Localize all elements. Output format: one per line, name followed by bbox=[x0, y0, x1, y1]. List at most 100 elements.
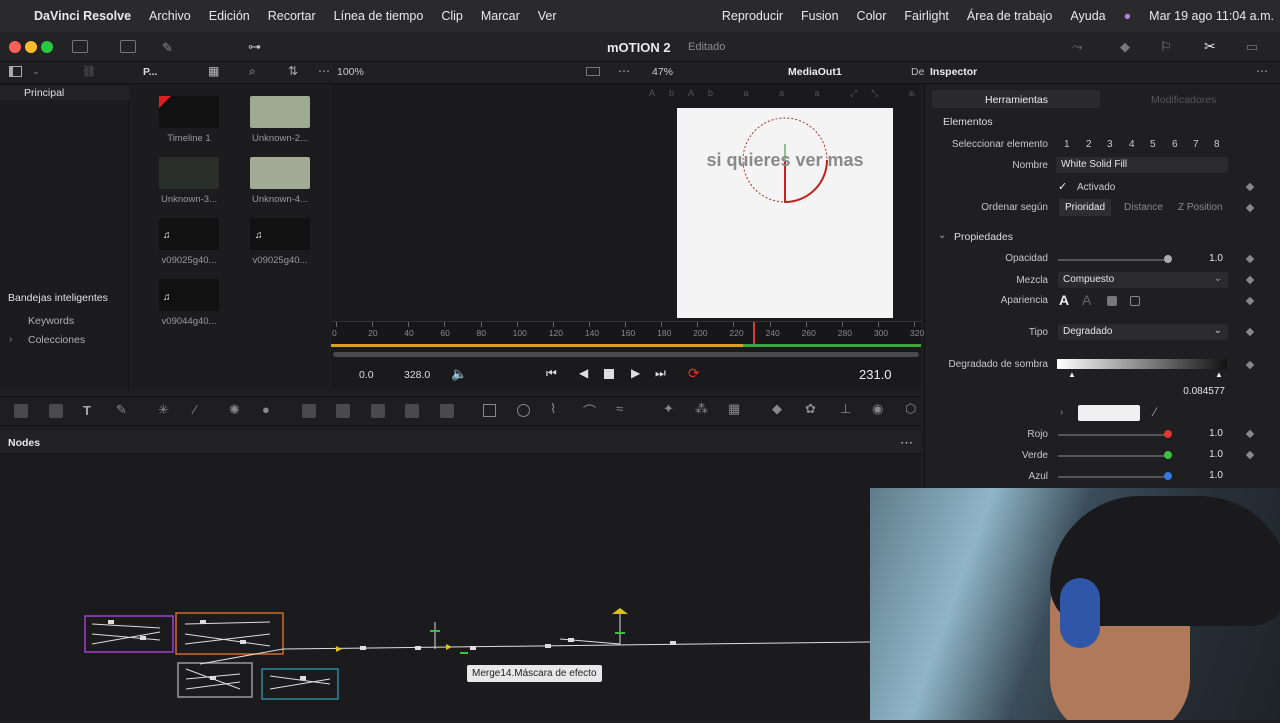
name-input[interactable]: White Solid Fill bbox=[1056, 157, 1228, 173]
viewer-options-icon[interactable]: ⋯ bbox=[618, 64, 630, 78]
play-icon[interactable]: ▶ bbox=[631, 366, 640, 380]
effects-toggle-icon[interactable] bbox=[120, 40, 136, 53]
red-handle[interactable] bbox=[1164, 430, 1172, 438]
node-group[interactable] bbox=[175, 612, 284, 655]
text-tool-icon[interactable]: T bbox=[83, 403, 91, 418]
nodes-options-icon[interactable]: ⋯ bbox=[900, 435, 913, 451]
merge3d-tool-icon[interactable] bbox=[405, 404, 419, 418]
chevron-down-icon[interactable]: ⌄ bbox=[938, 230, 946, 241]
close-window-button[interactable] bbox=[9, 41, 21, 53]
keyframes-icon[interactable]: ◆ bbox=[1120, 39, 1130, 55]
red-slider[interactable] bbox=[1058, 434, 1170, 436]
menu-recortar[interactable]: Recortar bbox=[259, 9, 325, 23]
properties-section[interactable]: Propiedades bbox=[954, 231, 1013, 243]
eyedropper-icon[interactable]: ⁄ bbox=[1154, 405, 1156, 419]
viewer-zoom[interactable]: 47% bbox=[652, 66, 673, 78]
rectangle-mask-icon[interactable] bbox=[483, 404, 496, 417]
clips-toggle-icon[interactable]: ✎ bbox=[162, 40, 173, 56]
render3d-tool-icon[interactable]: ◉ bbox=[872, 401, 883, 417]
inspector-options-icon[interactable]: ⋯ bbox=[1256, 64, 1268, 78]
blur-tool-icon[interactable]: ⁄ bbox=[194, 402, 196, 417]
menu-linea-de-tiempo[interactable]: Línea de tiempo bbox=[325, 9, 433, 23]
polygon-mask-icon[interactable]: ⌇ bbox=[550, 401, 556, 417]
node-group[interactable] bbox=[84, 615, 174, 653]
color-tool-icon[interactable]: ✺ bbox=[229, 402, 240, 418]
menu-fusion[interactable]: Fusion bbox=[792, 9, 848, 23]
green-slider[interactable] bbox=[1058, 455, 1170, 457]
zoom-window-button[interactable] bbox=[41, 41, 53, 53]
metadata-icon[interactable]: ⚐ bbox=[1160, 39, 1172, 55]
cube-tool-icon[interactable]: ⬡ bbox=[905, 401, 916, 417]
tracker-tool-icon[interactable]: ✦ bbox=[663, 401, 674, 417]
current-time[interactable]: 231.0 bbox=[859, 367, 892, 382]
sort-option-distance[interactable]: Distance bbox=[1124, 202, 1163, 213]
minimize-window-button[interactable] bbox=[25, 41, 37, 53]
chevron-down-icon[interactable]: ⌄ bbox=[32, 66, 40, 77]
camera3d-tool-icon[interactable]: ✿ bbox=[805, 401, 816, 417]
clip-thumbnail[interactable]: ♫ bbox=[250, 218, 310, 250]
skip-forward-icon[interactable]: ⏭ bbox=[655, 366, 666, 381]
element-option[interactable]: 1 bbox=[1064, 139, 1070, 150]
clip-thumbnail[interactable]: ♫ bbox=[159, 279, 219, 311]
blue-handle[interactable] bbox=[1164, 472, 1172, 480]
inspector-toggle-icon[interactable]: ✂ bbox=[1204, 38, 1216, 55]
app-menu[interactable]: DaVinci Resolve bbox=[25, 9, 140, 23]
menu-fairlight[interactable]: Fairlight bbox=[895, 9, 957, 23]
menu-clip[interactable]: Clip bbox=[432, 9, 472, 23]
menu-area-de-trabajo[interactable]: Área de trabajo bbox=[958, 9, 1061, 23]
blue-value[interactable]: 1.0 bbox=[1180, 468, 1228, 484]
element-option[interactable]: 6 bbox=[1172, 139, 1178, 150]
shape3d-tool-icon[interactable]: ◆ bbox=[772, 401, 782, 417]
volume-icon[interactable]: 🔈 bbox=[451, 366, 467, 382]
tab-modifiers[interactable]: Modificadores bbox=[1151, 94, 1216, 106]
node-zoom[interactable]: 100% bbox=[337, 66, 364, 78]
play-reverse-icon[interactable]: ◀ bbox=[579, 366, 588, 380]
element-option[interactable]: 2 bbox=[1086, 139, 1092, 150]
sort-icon[interactable]: ⇅ bbox=[288, 64, 298, 78]
viewer-canvas[interactable]: si quieres ver mas bbox=[677, 108, 893, 318]
render-tool-icon[interactable]: ▦ bbox=[728, 401, 740, 417]
grid-view-icon[interactable]: ▦ bbox=[208, 64, 219, 78]
green-handle[interactable] bbox=[1164, 451, 1172, 459]
blend-dropdown[interactable]: Compuesto ⌄ bbox=[1058, 272, 1228, 288]
element-option[interactable]: 8 bbox=[1214, 139, 1220, 150]
brush-tool-icon[interactable]: ✎ bbox=[116, 402, 127, 418]
settings-icon[interactable]: ▭ bbox=[1246, 39, 1258, 55]
gradient-stop-right[interactable]: ▲ bbox=[1215, 370, 1223, 379]
skip-back-icon[interactable]: ⏮ bbox=[546, 366, 557, 381]
menu-archivo[interactable]: Archivo bbox=[140, 9, 200, 23]
chevron-right-icon[interactable]: › bbox=[1060, 407, 1063, 418]
sort-option-z-position[interactable]: Z Position bbox=[1178, 202, 1222, 213]
light3d-tool-icon[interactable]: ⊥ bbox=[840, 401, 851, 417]
paint-tool-icon[interactable] bbox=[49, 404, 63, 418]
opacity-value[interactable]: 1.0 bbox=[1180, 251, 1228, 267]
appearance-outline-icon[interactable]: A bbox=[1082, 292, 1091, 308]
red-value[interactable]: 1.0 bbox=[1180, 426, 1228, 442]
matte-tool-icon[interactable] bbox=[371, 404, 385, 418]
bin-principal[interactable] bbox=[0, 86, 129, 100]
background-tool-icon[interactable] bbox=[14, 404, 28, 418]
merge-tool-icon[interactable] bbox=[302, 404, 316, 418]
viewer-layout-icon[interactable] bbox=[586, 67, 600, 76]
menu-reproducir[interactable]: Reproducir bbox=[713, 9, 792, 23]
gradient-stop-left[interactable]: ▲ bbox=[1068, 370, 1076, 379]
appearance-block-icon[interactable] bbox=[1107, 296, 1117, 306]
media-pool-toggle-icon[interactable] bbox=[72, 40, 88, 53]
element-option[interactable]: 5 bbox=[1150, 139, 1156, 150]
transform-tool-icon[interactable] bbox=[440, 404, 454, 418]
gradient-value[interactable]: 0.084577 bbox=[1170, 384, 1230, 400]
particles-tool-icon[interactable]: ✳ bbox=[158, 402, 169, 418]
color-swatch[interactable] bbox=[1078, 405, 1140, 421]
clip-thumbnail[interactable] bbox=[250, 157, 310, 189]
chevron-right-icon[interactable]: › bbox=[9, 334, 12, 345]
element-option[interactable]: 3 bbox=[1107, 139, 1113, 150]
gradient-bar[interactable] bbox=[1057, 359, 1227, 369]
playhead[interactable] bbox=[753, 322, 756, 344]
clip-thumbnail[interactable] bbox=[159, 96, 219, 128]
bspline-mask-icon[interactable]: ⌒ bbox=[583, 401, 596, 420]
search-icon[interactable]: ⌕ bbox=[249, 64, 256, 79]
clip-thumbnail[interactable] bbox=[250, 96, 310, 128]
smart-bin-keywords[interactable]: Keywords bbox=[28, 315, 74, 327]
emitter-tool-icon[interactable]: ⁂ bbox=[695, 401, 708, 417]
menu-color[interactable]: Color bbox=[848, 9, 896, 23]
